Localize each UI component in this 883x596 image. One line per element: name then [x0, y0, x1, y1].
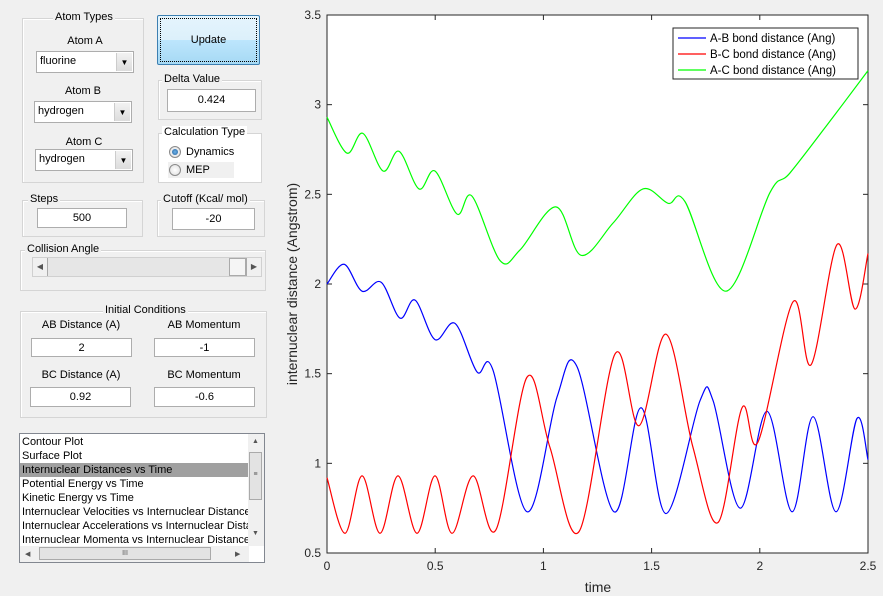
- plot-list-item[interactable]: Potential Energy vs Time: [20, 477, 248, 491]
- plot-list-item[interactable]: Internuclear Velocities vs Internuclear …: [20, 505, 248, 519]
- plot-area: [326, 14, 869, 554]
- atom-b-value: hydrogen: [38, 105, 84, 117]
- slider-left-arrow[interactable]: ◀: [33, 258, 48, 276]
- x-tick-label: 0.5: [427, 559, 444, 573]
- legend-entry: B-C bond distance (Ang): [710, 49, 836, 61]
- plot-list-item[interactable]: Internuclear Distances vs Time: [20, 463, 248, 477]
- ab-distance-label: AB Distance (A): [41, 319, 121, 331]
- x-axis-label: time: [585, 579, 612, 595]
- series-line-ac: [326, 70, 869, 292]
- legend-entry: A-C bond distance (Ang): [710, 65, 836, 77]
- steps-title: Steps: [28, 193, 61, 205]
- y-tick-label: 3.5: [304, 8, 321, 22]
- update-button[interactable]: Update: [157, 15, 260, 65]
- atom-types-title: Atom Types: [53, 11, 115, 23]
- mep-radio[interactable]: [169, 164, 181, 176]
- y-axis-label: internuclear distance (Angstrom): [284, 183, 300, 385]
- bc-momentum-label: BC Momentum: [167, 369, 241, 381]
- atom-b-label: Atom B: [64, 85, 102, 97]
- chevron-down-icon: ▼: [114, 103, 130, 121]
- h-scroll-thumb[interactable]: III: [39, 547, 211, 560]
- scroll-thumb[interactable]: ≡: [249, 452, 262, 500]
- horizontal-scrollbar[interactable]: ◀ III ▶: [20, 546, 249, 562]
- atom-a-dropdown[interactable]: fluorine ▼: [36, 51, 134, 73]
- ab-momentum-label: AB Momentum: [167, 319, 241, 331]
- vertical-scrollbar[interactable]: ▲ ≡ ▼: [248, 434, 264, 546]
- dynamics-radio[interactable]: [169, 146, 181, 158]
- chevron-down-icon: ▼: [116, 53, 132, 71]
- atom-c-label: Atom C: [65, 136, 103, 148]
- delta-value-title: Delta Value: [162, 73, 223, 85]
- legend: A-B bond distance (Ang) B-C bond distance…: [672, 27, 859, 80]
- calculation-type-title: Calculation Type: [162, 126, 248, 138]
- scroll-up-icon[interactable]: ▲: [252, 438, 259, 445]
- plot-type-listbox[interactable]: Contour Plot Surface Plot Internuclear Dis…: [19, 433, 265, 563]
- plot-list-item[interactable]: Internuclear Accelerations vs Internucle…: [20, 519, 248, 533]
- atom-c-dropdown[interactable]: hydrogen ▼: [35, 149, 133, 171]
- scroll-down-icon[interactable]: ▼: [252, 530, 259, 537]
- series-line-ab: [326, 263, 869, 515]
- slider-right-arrow[interactable]: ▶: [246, 258, 261, 276]
- plot-list-item[interactable]: Surface Plot: [20, 449, 248, 463]
- delta-value-input[interactable]: 0.424: [167, 89, 256, 112]
- y-tick-label: 2: [314, 277, 321, 291]
- legend-entry: A-B bond distance (Ang): [710, 33, 835, 45]
- atom-b-dropdown[interactable]: hydrogen ▼: [34, 101, 132, 123]
- atom-a-label: Atom A: [67, 35, 103, 47]
- plot-list-item[interactable]: Contour Plot: [20, 435, 248, 449]
- y-tick-label: 1: [314, 456, 321, 470]
- initial-conditions-title: Initial Conditions: [103, 304, 188, 316]
- plot-list-item[interactable]: Internuclear Momenta vs Internuclear Dis…: [20, 533, 248, 547]
- atom-c-value: hydrogen: [39, 153, 85, 165]
- steps-input[interactable]: 500: [37, 208, 127, 228]
- bc-distance-label: BC Distance (A): [41, 369, 121, 381]
- atom-a-value: fluorine: [40, 55, 77, 67]
- x-tick-label: 0: [324, 559, 331, 573]
- ab-distance-input[interactable]: 2: [31, 338, 132, 357]
- mep-label: MEP: [186, 164, 210, 176]
- x-tick-label: 1: [540, 559, 547, 573]
- x-tick-label: 2.5: [860, 559, 877, 573]
- dynamics-label: Dynamics: [186, 146, 235, 158]
- cutoff-title: Cutoff (Kcal/ mol): [161, 193, 250, 205]
- y-tick-label: 2.5: [304, 187, 321, 201]
- scroll-right-icon[interactable]: ▶: [235, 550, 240, 558]
- collision-angle-title: Collision Angle: [25, 243, 102, 255]
- y-tick-label: 0.5: [304, 546, 321, 560]
- plot-list-item[interactable]: Kinetic Energy vs Time: [20, 491, 248, 505]
- series-line-bc: [326, 243, 869, 535]
- y-tick-label: 1.5: [304, 367, 321, 381]
- collision-angle-slider[interactable]: ◀ ▶: [32, 257, 262, 277]
- bc-distance-input[interactable]: 0.92: [30, 387, 131, 407]
- chevron-down-icon: ▼: [115, 151, 131, 169]
- legend-box: [672, 27, 859, 80]
- x-tick-label: 2: [756, 559, 763, 573]
- y-tick-label: 3: [314, 98, 321, 112]
- update-label: Update: [190, 34, 227, 46]
- slider-thumb[interactable]: [229, 258, 246, 276]
- scroll-left-icon[interactable]: ◀: [25, 550, 30, 558]
- x-tick-label: 1.5: [643, 559, 660, 573]
- bc-momentum-input[interactable]: -0.6: [154, 387, 255, 407]
- ab-momentum-input[interactable]: -1: [154, 338, 255, 357]
- cutoff-input[interactable]: -20: [172, 208, 255, 230]
